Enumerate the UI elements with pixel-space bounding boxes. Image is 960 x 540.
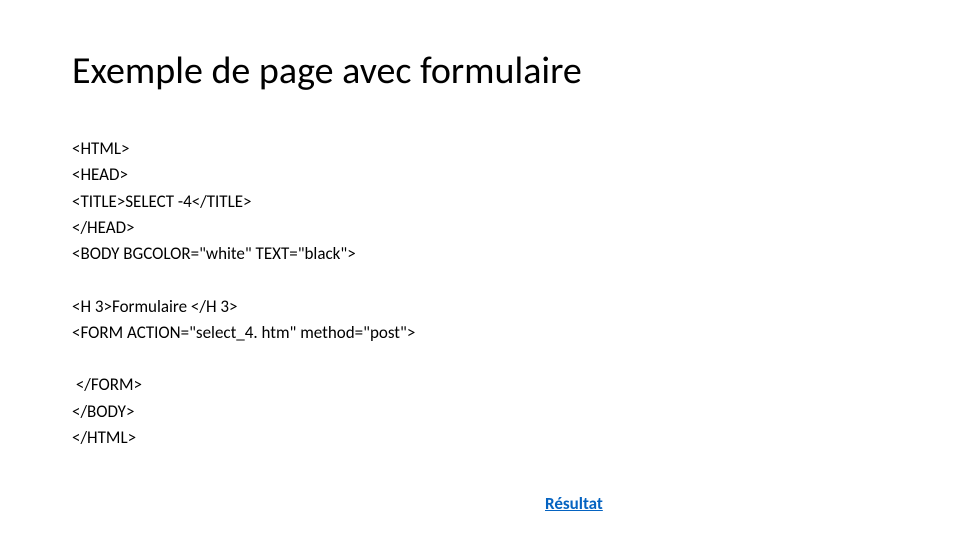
code-line: <HEAD>	[72, 162, 888, 188]
page-title: Exemple de page avec formulaire	[72, 48, 888, 94]
code-line: <BODY BGCOLOR="white" TEXT="black">	[72, 241, 888, 267]
code-line: </HTML>	[72, 425, 888, 451]
code-line: <HTML>	[72, 136, 888, 162]
code-line: </BODY>	[72, 399, 888, 425]
blank-line	[72, 268, 888, 294]
blank-line	[72, 346, 888, 372]
result-link[interactable]: Résultat	[545, 493, 603, 514]
code-line: <H 3>Formulaire </H 3>	[72, 294, 888, 320]
code-line: </FORM>	[72, 372, 888, 398]
code-line: <TITLE>SELECT -4</TITLE>	[72, 189, 888, 215]
code-line: </HEAD>	[72, 215, 888, 241]
code-line: <FORM ACTION="select_4. htm" method="pos…	[72, 320, 888, 346]
code-block: <HTML> <HEAD> <TITLE>SELECT -4</TITLE> <…	[72, 136, 888, 451]
